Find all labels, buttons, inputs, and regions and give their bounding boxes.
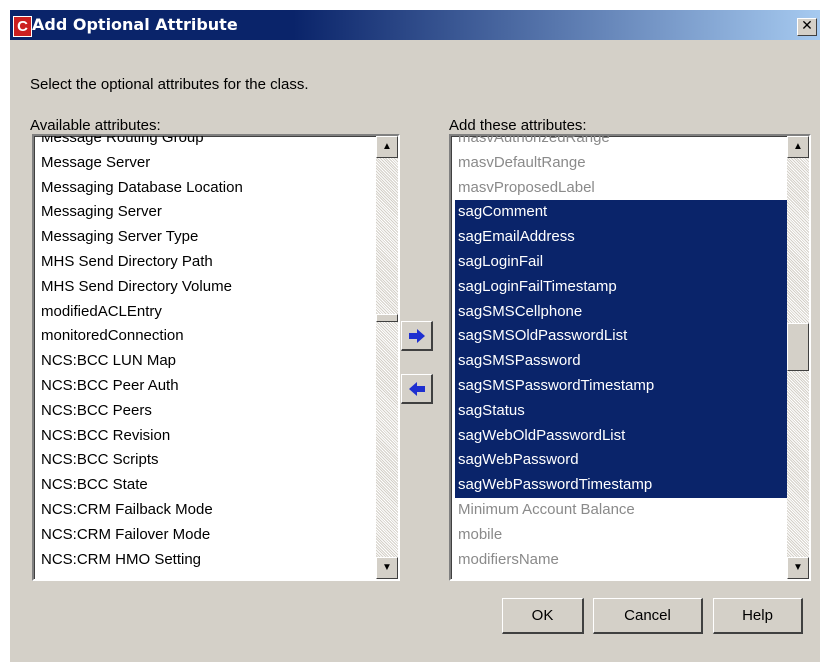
close-icon: ✕ <box>801 18 813 34</box>
scroll-up-button[interactable]: ▲ <box>376 136 398 158</box>
list-item[interactable]: NCS:BCC Revision <box>38 424 376 449</box>
add-items: masvAuthorizedRange masvDefaultRange masvP… <box>455 136 787 573</box>
list-item[interactable]: sagWebPassword <box>455 448 787 474</box>
available-attributes-list[interactable]: Message Routing Group Message Server Messa… <box>32 134 400 581</box>
scroll-thumb[interactable] <box>787 323 809 371</box>
list-item[interactable]: NCS:BCC Scripts <box>38 448 376 473</box>
list-item[interactable]: NCS:BCC Peers <box>38 399 376 424</box>
list-item[interactable]: mobile <box>455 523 787 548</box>
add-scrollbar[interactable]: ▲ ▼ <box>787 136 809 579</box>
list-item[interactable]: sagWebOldPasswordList <box>455 423 787 449</box>
list-item[interactable]: Minimum Account Balance <box>455 498 787 523</box>
available-attributes-label: Available attributes: <box>30 117 161 134</box>
scroll-thumb[interactable] <box>376 314 398 322</box>
instruction-text: Select the optional attributes for the c… <box>30 76 309 93</box>
list-item[interactable]: sagComment <box>455 200 787 226</box>
list-item[interactable]: sagStatus <box>455 398 787 424</box>
list-item[interactable]: MHS Send Directory Path <box>38 250 376 275</box>
list-item[interactable]: modifiersName <box>455 548 787 573</box>
list-item[interactable]: sagEmailAddress <box>455 225 787 250</box>
list-item[interactable]: sagLoginFail <box>455 249 787 275</box>
add-attributes-list[interactable]: masvAuthorizedRange masvDefaultRange masvP… <box>449 134 811 581</box>
list-item[interactable]: NCS:CRM Failover Mode <box>38 523 376 548</box>
list-item[interactable]: monitoredConnection <box>38 324 376 349</box>
scroll-up-icon: ▲ <box>382 141 392 152</box>
list-item[interactable]: masvDefaultRange <box>455 151 787 176</box>
close-button[interactable]: ✕ <box>797 18 817 36</box>
add-attribute-button[interactable] <box>401 321 433 351</box>
list-item[interactable]: NCS:BCC Peer Auth <box>38 374 376 399</box>
list-item[interactable]: NCS:CRM Failback Mode <box>38 498 376 523</box>
scroll-down-icon: ▼ <box>382 562 392 573</box>
list-item[interactable]: masvProposedLabel <box>455 176 787 201</box>
list-item[interactable]: NCS:BCC LUN Map <box>38 349 376 374</box>
list-item[interactable]: Messaging Server Type <box>38 225 376 250</box>
list-item[interactable]: sagLoginFailTimestamp <box>455 274 787 300</box>
list-item[interactable]: masvAuthorizedRange <box>455 136 787 151</box>
list-item[interactable]: Message Routing Group <box>38 136 376 151</box>
help-button[interactable]: Help <box>713 598 803 634</box>
scroll-down-button[interactable]: ▼ <box>787 557 809 579</box>
cancel-button[interactable]: Cancel <box>593 598 703 634</box>
list-item[interactable]: Messaging Server <box>38 200 376 225</box>
add-attributes-label: Add these attributes: <box>449 117 587 134</box>
list-item[interactable]: NCS:BCC State <box>38 473 376 498</box>
arrow-right-icon <box>409 329 425 343</box>
list-item[interactable]: Message Server <box>38 151 376 176</box>
available-items: Message Routing Group Message Server Messa… <box>38 136 376 573</box>
app-icon: C <box>13 16 32 37</box>
title-bar: C Add Optional Attribute ✕ <box>10 10 820 40</box>
scroll-down-button[interactable]: ▼ <box>376 557 398 579</box>
list-item[interactable]: MHS Send Directory Volume <box>38 275 376 300</box>
list-item[interactable]: NCS:CRM HMO Setting <box>38 548 376 573</box>
scroll-up-button[interactable]: ▲ <box>787 136 809 158</box>
add-optional-attribute-dialog: C Add Optional Attribute ✕ Select the op… <box>10 10 820 662</box>
arrow-left-icon <box>409 382 425 396</box>
dialog-title: Add Optional Attribute <box>32 15 238 34</box>
list-item[interactable]: sagWebPasswordTimestamp <box>455 473 787 498</box>
list-item[interactable]: sagSMSOldPasswordList <box>455 324 787 350</box>
scroll-down-icon: ▼ <box>793 562 803 573</box>
list-item[interactable]: sagSMSPasswordTimestamp <box>455 373 787 399</box>
list-item[interactable]: sagSMSPassword <box>455 349 787 374</box>
list-item[interactable]: Messaging Database Location <box>38 176 376 201</box>
ok-button[interactable]: OK <box>502 598 584 634</box>
list-item[interactable]: sagSMSCellphone <box>455 299 787 325</box>
scroll-up-icon: ▲ <box>793 141 803 152</box>
remove-attribute-button[interactable] <box>401 374 433 404</box>
available-scrollbar[interactable]: ▲ ▼ <box>376 136 398 579</box>
list-item[interactable]: modifiedACLEntry <box>38 300 376 325</box>
